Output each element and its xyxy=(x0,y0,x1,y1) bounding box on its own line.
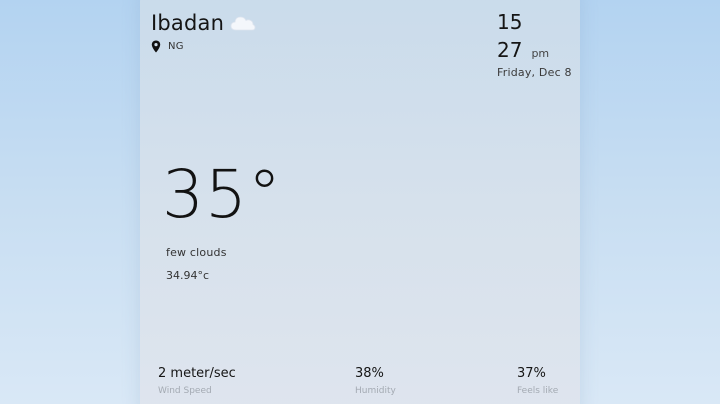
country-code: NG xyxy=(168,41,184,52)
wind-speed-value: 2 meter/sec xyxy=(158,366,236,381)
feels-like-value: 37% xyxy=(517,366,546,381)
humidity-value: 38% xyxy=(355,366,384,381)
weather-description: few clouds xyxy=(166,246,227,259)
humidity-label: Humidity xyxy=(355,386,396,396)
time-hour: 15 xyxy=(497,10,523,34)
current-date: Friday, Dec 8 xyxy=(497,66,572,79)
time-minute: 27 xyxy=(497,38,523,62)
feels-like-stat: 37% Feels like xyxy=(517,366,558,396)
time-ampm: pm xyxy=(531,47,550,60)
time-minute-row: 27 pm xyxy=(497,38,549,62)
wind-speed-label: Wind Speed xyxy=(158,386,212,396)
temperature-exact: 34.94°c xyxy=(166,269,210,282)
location-header: Ibadan xyxy=(151,10,256,36)
temperature-display: 35° xyxy=(162,156,282,233)
cloud-icon xyxy=(230,16,256,31)
wind-speed-stat: 2 meter/sec Wind Speed xyxy=(158,366,236,396)
map-pin-icon xyxy=(151,40,161,53)
city-name: Ibadan xyxy=(151,11,225,35)
humidity-stat: 38% Humidity xyxy=(355,366,396,396)
country-row: NG xyxy=(151,40,184,53)
feels-like-label: Feels like xyxy=(517,386,559,396)
